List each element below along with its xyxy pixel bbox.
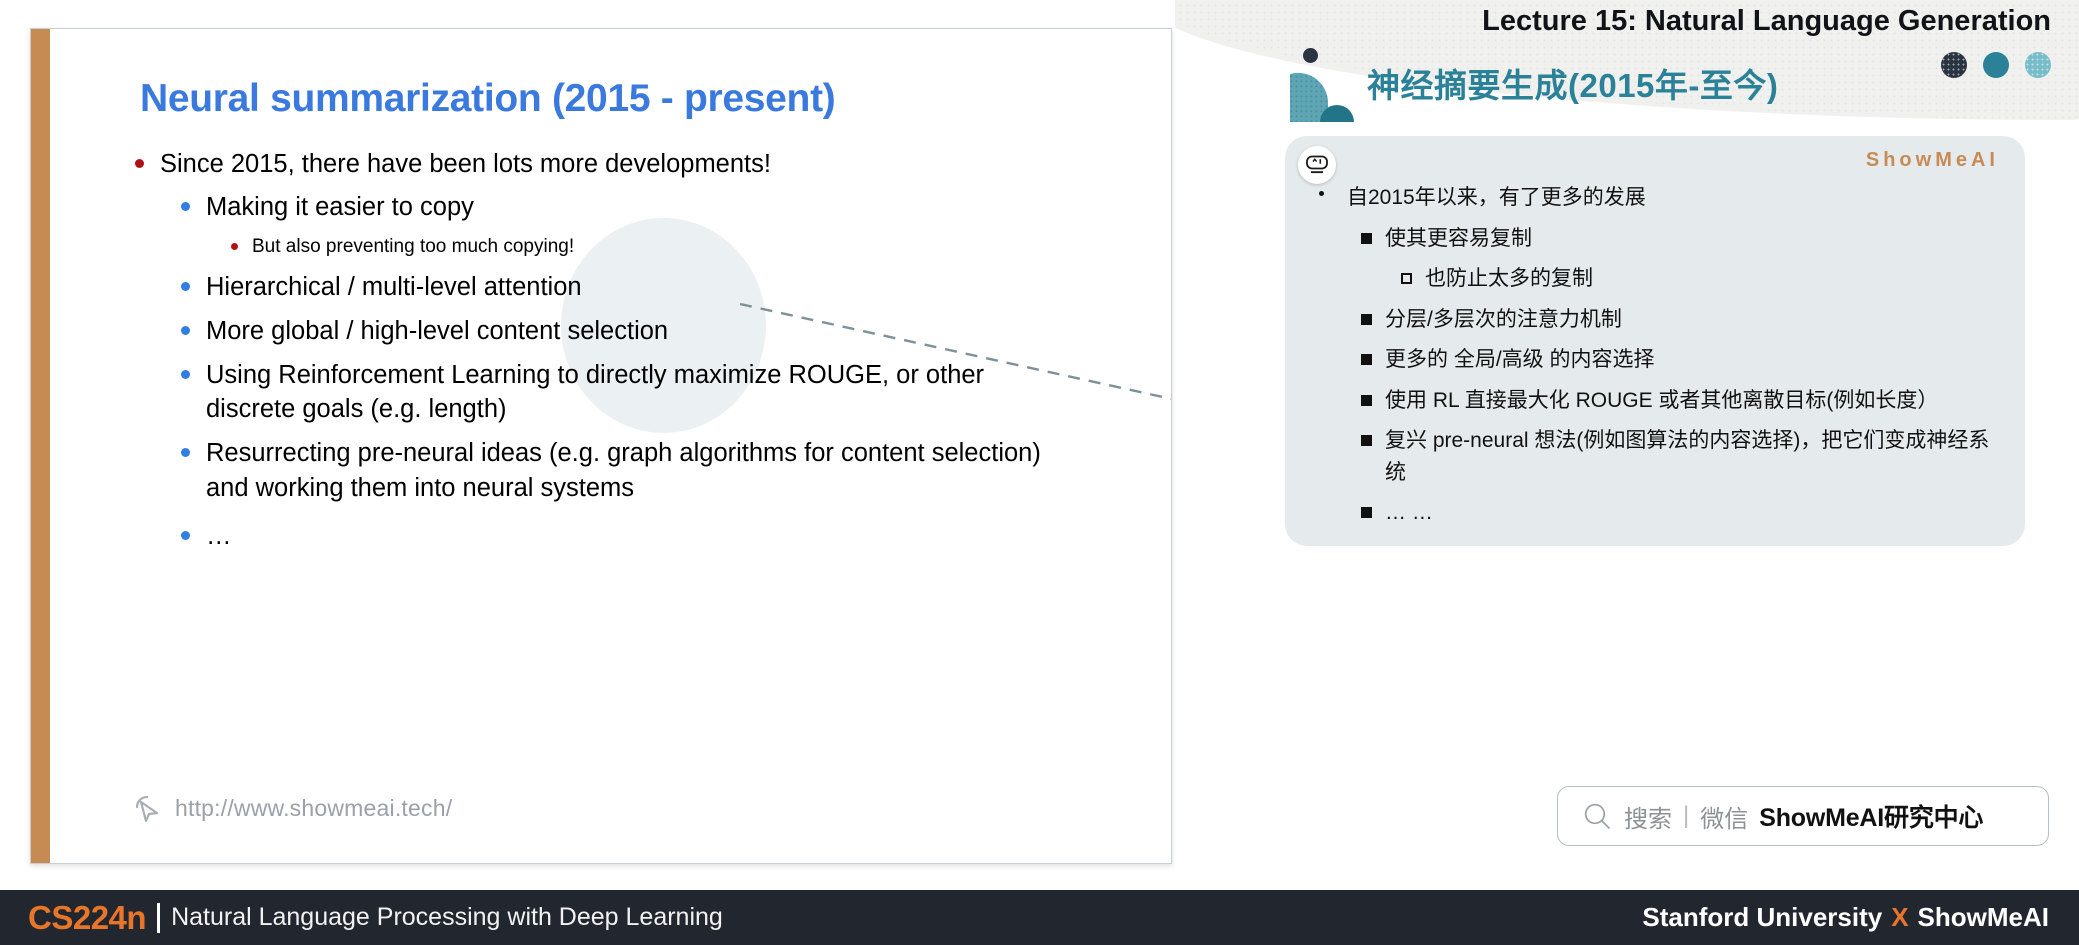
cursor-pointer-icon — [135, 795, 159, 823]
bullet-dot-icon — [181, 202, 190, 212]
decorative-dot-dark-icon — [1941, 52, 1967, 78]
translation-card: ShowMeAI 自2015年以来，有了更多的发展 使其更容易复制 也防止太多的… — [1285, 136, 2025, 546]
list-item-text: 复兴 pre-neural 想法(例如图算法的内容选择)，把它们变成神经系统 — [1385, 429, 1990, 484]
list-item-text: More global / high-level content selecti… — [206, 316, 669, 345]
list-item-text: … … — [1385, 501, 1433, 524]
list-item: Making it easier to copy — [112, 190, 1042, 224]
decorative-dot-light-icon — [2025, 52, 2051, 78]
list-item: … … — [1293, 497, 2007, 529]
page-title: Neural summarization (2015 - present) — [140, 77, 836, 120]
bullet-dot-icon — [181, 370, 190, 380]
list-item-text: 也防止太多的复制 — [1425, 267, 1593, 290]
bottom-bar: CS224n Natural Language Processing with … — [0, 890, 2079, 945]
translation-pane: Lecture 15: Natural Language Generation … — [1175, 0, 2079, 890]
robot-face-icon — [1298, 146, 1336, 184]
list-item: Using Reinforcement Learning to directly… — [112, 358, 1042, 426]
lecture-slide-pane: Neural summarization (2015 - present) Si… — [0, 0, 1175, 890]
list-item: 复兴 pre-neural 想法(例如图算法的内容选择)，把它们变成神经系统 — [1293, 425, 2007, 488]
bullet-square-icon — [1361, 354, 1372, 365]
list-item-text: 分层/多层次的注意力机制 — [1385, 307, 1622, 331]
list-item-text: Since 2015, there have been lots more de… — [160, 150, 771, 178]
list-item-text: 更多的 全局/高级 的内容选择 — [1385, 348, 1655, 371]
bullet-square-icon — [1361, 394, 1372, 406]
organization-name: Stanford University — [1642, 902, 1883, 932]
bullet-dot-icon — [181, 448, 190, 458]
bullet-dot-icon — [181, 325, 190, 335]
search-icon — [1584, 803, 1610, 829]
search-channel-label: 微信 — [1700, 805, 1749, 833]
person-silhouette-icon — [1290, 72, 1354, 122]
decorative-dot-teal-icon — [1983, 52, 2009, 78]
list-item-text: 自2015年以来，有了更多的发展 — [1347, 186, 1646, 209]
zh-bullet-list: 自2015年以来，有了更多的发展 使其更容易复制 也防止太多的复制 分层/多层次… — [1293, 182, 2007, 538]
list-item: 也防止太多的复制 — [1293, 263, 2007, 295]
bottom-bar-left: CS224n Natural Language Processing with … — [28, 890, 723, 945]
list-item-text: Hierarchical / multi-level attention — [206, 272, 582, 301]
list-item-text: Resurrecting pre-neural ideas (e.g. grap… — [206, 439, 1041, 502]
list-item-text: … — [206, 521, 232, 550]
slide-bullet-list: Since 2015, there have been lots more de… — [112, 147, 1042, 563]
course-name: Natural Language Processing with Deep Le… — [171, 903, 723, 931]
list-item: … — [112, 519, 1042, 553]
slide-frame: Neural summarization (2015 - present) Si… — [30, 28, 1172, 864]
list-item: Since 2015, there have been lots more de… — [112, 147, 1042, 181]
bullet-dot-icon — [135, 159, 144, 168]
list-item: But also preventing too much copying! — [112, 234, 1042, 259]
slide-footer-url[interactable]: http://www.showmeai.tech/ — [134, 793, 452, 823]
zh-page-title: 神经摘要生成(2015年-至今) — [1367, 67, 1779, 104]
list-item-text: But also preventing too much copying! — [252, 236, 575, 258]
bullet-dot-icon — [1319, 191, 1324, 196]
search-separator: | — [1683, 802, 1690, 829]
url-text: http://www.showmeai.tech/ — [175, 794, 453, 821]
list-item: 分层/多层次的注意力机制 — [1293, 304, 2007, 336]
list-item: 使用 RL 直接最大化 ROUGE 或者其他离散目标(例如长度） — [1293, 385, 2007, 417]
bullet-dot-icon — [181, 281, 190, 291]
list-item: 使其更容易复制 — [1293, 223, 2007, 255]
bullet-hollow-square-icon — [1401, 273, 1412, 284]
list-item-text: Using Reinforcement Learning to directly… — [206, 361, 985, 424]
list-item: 自2015年以来，有了更多的发展 — [1293, 182, 2007, 214]
x-separator: X — [1891, 902, 1909, 932]
partner-name: ShowMeAI — [1917, 902, 2049, 932]
list-item: 更多的 全局/高级 的内容选择 — [1293, 344, 2007, 376]
bottom-bar-right: Stanford University X ShowMeAI — [1642, 890, 2049, 945]
bullet-dot-icon — [231, 243, 238, 251]
list-item-text: Making it easier to copy — [206, 193, 474, 222]
search-placeholder-label: 搜索 — [1624, 805, 1672, 833]
lecture-title: Lecture 15: Natural Language Generation — [1482, 5, 2051, 37]
slide-body: Neural summarization (2015 - present) Si… — [50, 29, 1171, 863]
list-item: Hierarchical / multi-level attention — [112, 270, 1042, 304]
bullet-square-icon — [1361, 232, 1372, 244]
list-item-text: 使用 RL 直接最大化 ROUGE 或者其他离散目标(例如长度） — [1385, 388, 1939, 412]
slide-accent-bar — [31, 29, 50, 863]
list-item: Resurrecting pre-neural ideas (e.g. grap… — [112, 436, 1042, 504]
search-brand-label: ShowMeAI研究中心 — [1759, 804, 1984, 832]
course-code: CS224n — [28, 898, 147, 936]
bullet-dot-icon — [181, 530, 190, 540]
search-input[interactable]: 搜索 | 微信 ShowMeAI研究中心 — [1557, 786, 2049, 846]
card-brand-label: ShowMeAI — [1865, 149, 1999, 171]
bullet-square-icon — [1361, 313, 1372, 325]
divider — [157, 902, 161, 933]
list-item: More global / high-level content selecti… — [112, 314, 1042, 348]
list-item-text: 使其更容易复制 — [1385, 226, 1532, 250]
bullet-square-icon — [1361, 507, 1372, 518]
bullet-square-icon — [1361, 435, 1372, 446]
